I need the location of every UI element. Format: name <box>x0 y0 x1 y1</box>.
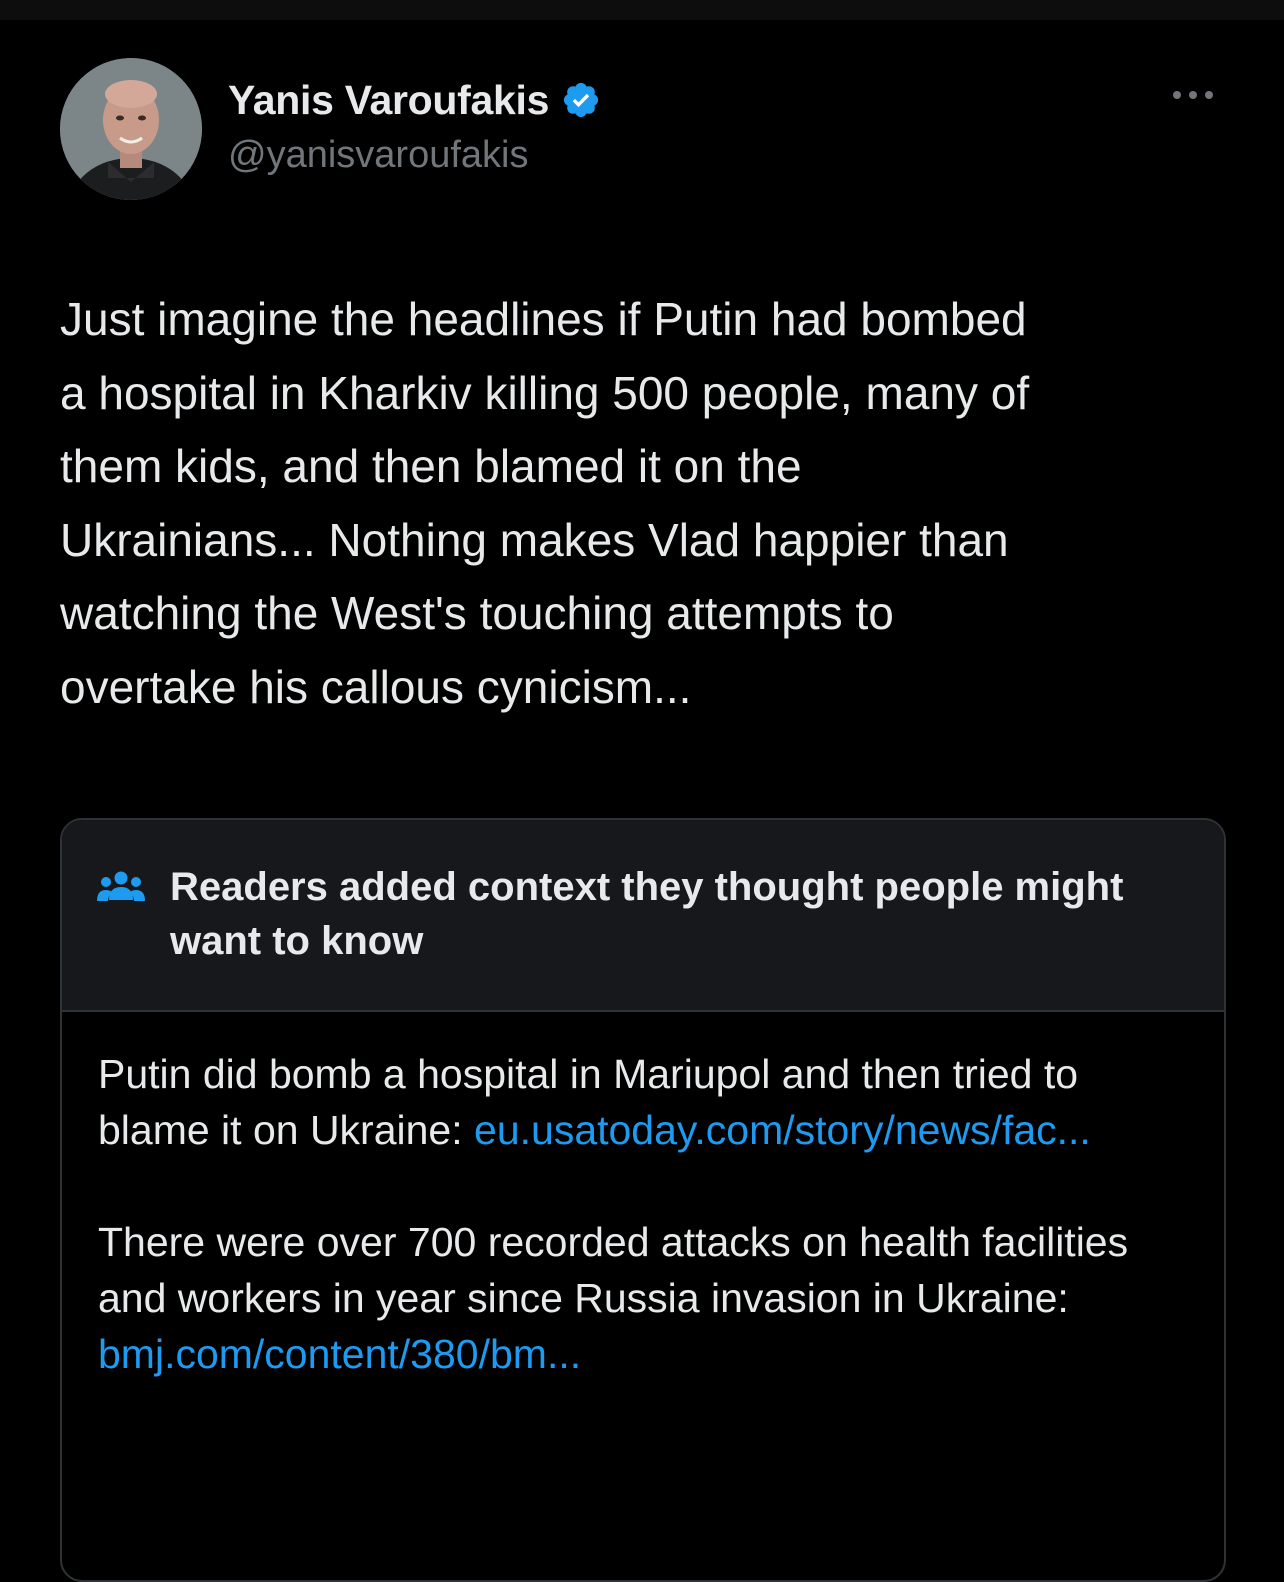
community-note-header: Readers added context they thought peopl… <box>62 820 1224 1012</box>
note-source-link[interactable]: bmj.com/content/380/bm... <box>98 1331 581 1377</box>
community-note-body: Putin did bomb a hospital in Mariupol an… <box>62 1012 1224 1382</box>
author-handle[interactable]: @yanisvaroufakis <box>228 134 528 177</box>
people-group-icon <box>96 868 146 908</box>
more-horizontal-icon[interactable] <box>1168 80 1218 110</box>
tweet-text: Just imagine the headlines if Putin had … <box>60 293 1030 713</box>
avatar[interactable] <box>60 58 202 200</box>
top-status-strip <box>0 0 1284 20</box>
author-display-name[interactable]: Yanis Varoufakis <box>228 77 549 124</box>
note-paragraph: Putin did bomb a hospital in Mariupol an… <box>98 1046 1188 1158</box>
note-paragraph: There were over 700 recorded attacks on … <box>98 1214 1188 1382</box>
community-note: Readers added context they thought peopl… <box>60 818 1226 1582</box>
verified-badge-icon[interactable] <box>561 80 601 120</box>
author-name-row: Yanis Varoufakis <box>228 76 601 124</box>
note-source-link[interactable]: eu.usatoday.com/story/news/fac... <box>474 1107 1091 1153</box>
community-note-title: Readers added context they thought peopl… <box>170 865 1124 963</box>
tweet-header: Yanis Varoufakis @yanisvaroufakis <box>60 58 1224 208</box>
avatar-image <box>60 58 202 200</box>
note-paragraph-text: There were over 700 recorded attacks on … <box>98 1219 1129 1321</box>
